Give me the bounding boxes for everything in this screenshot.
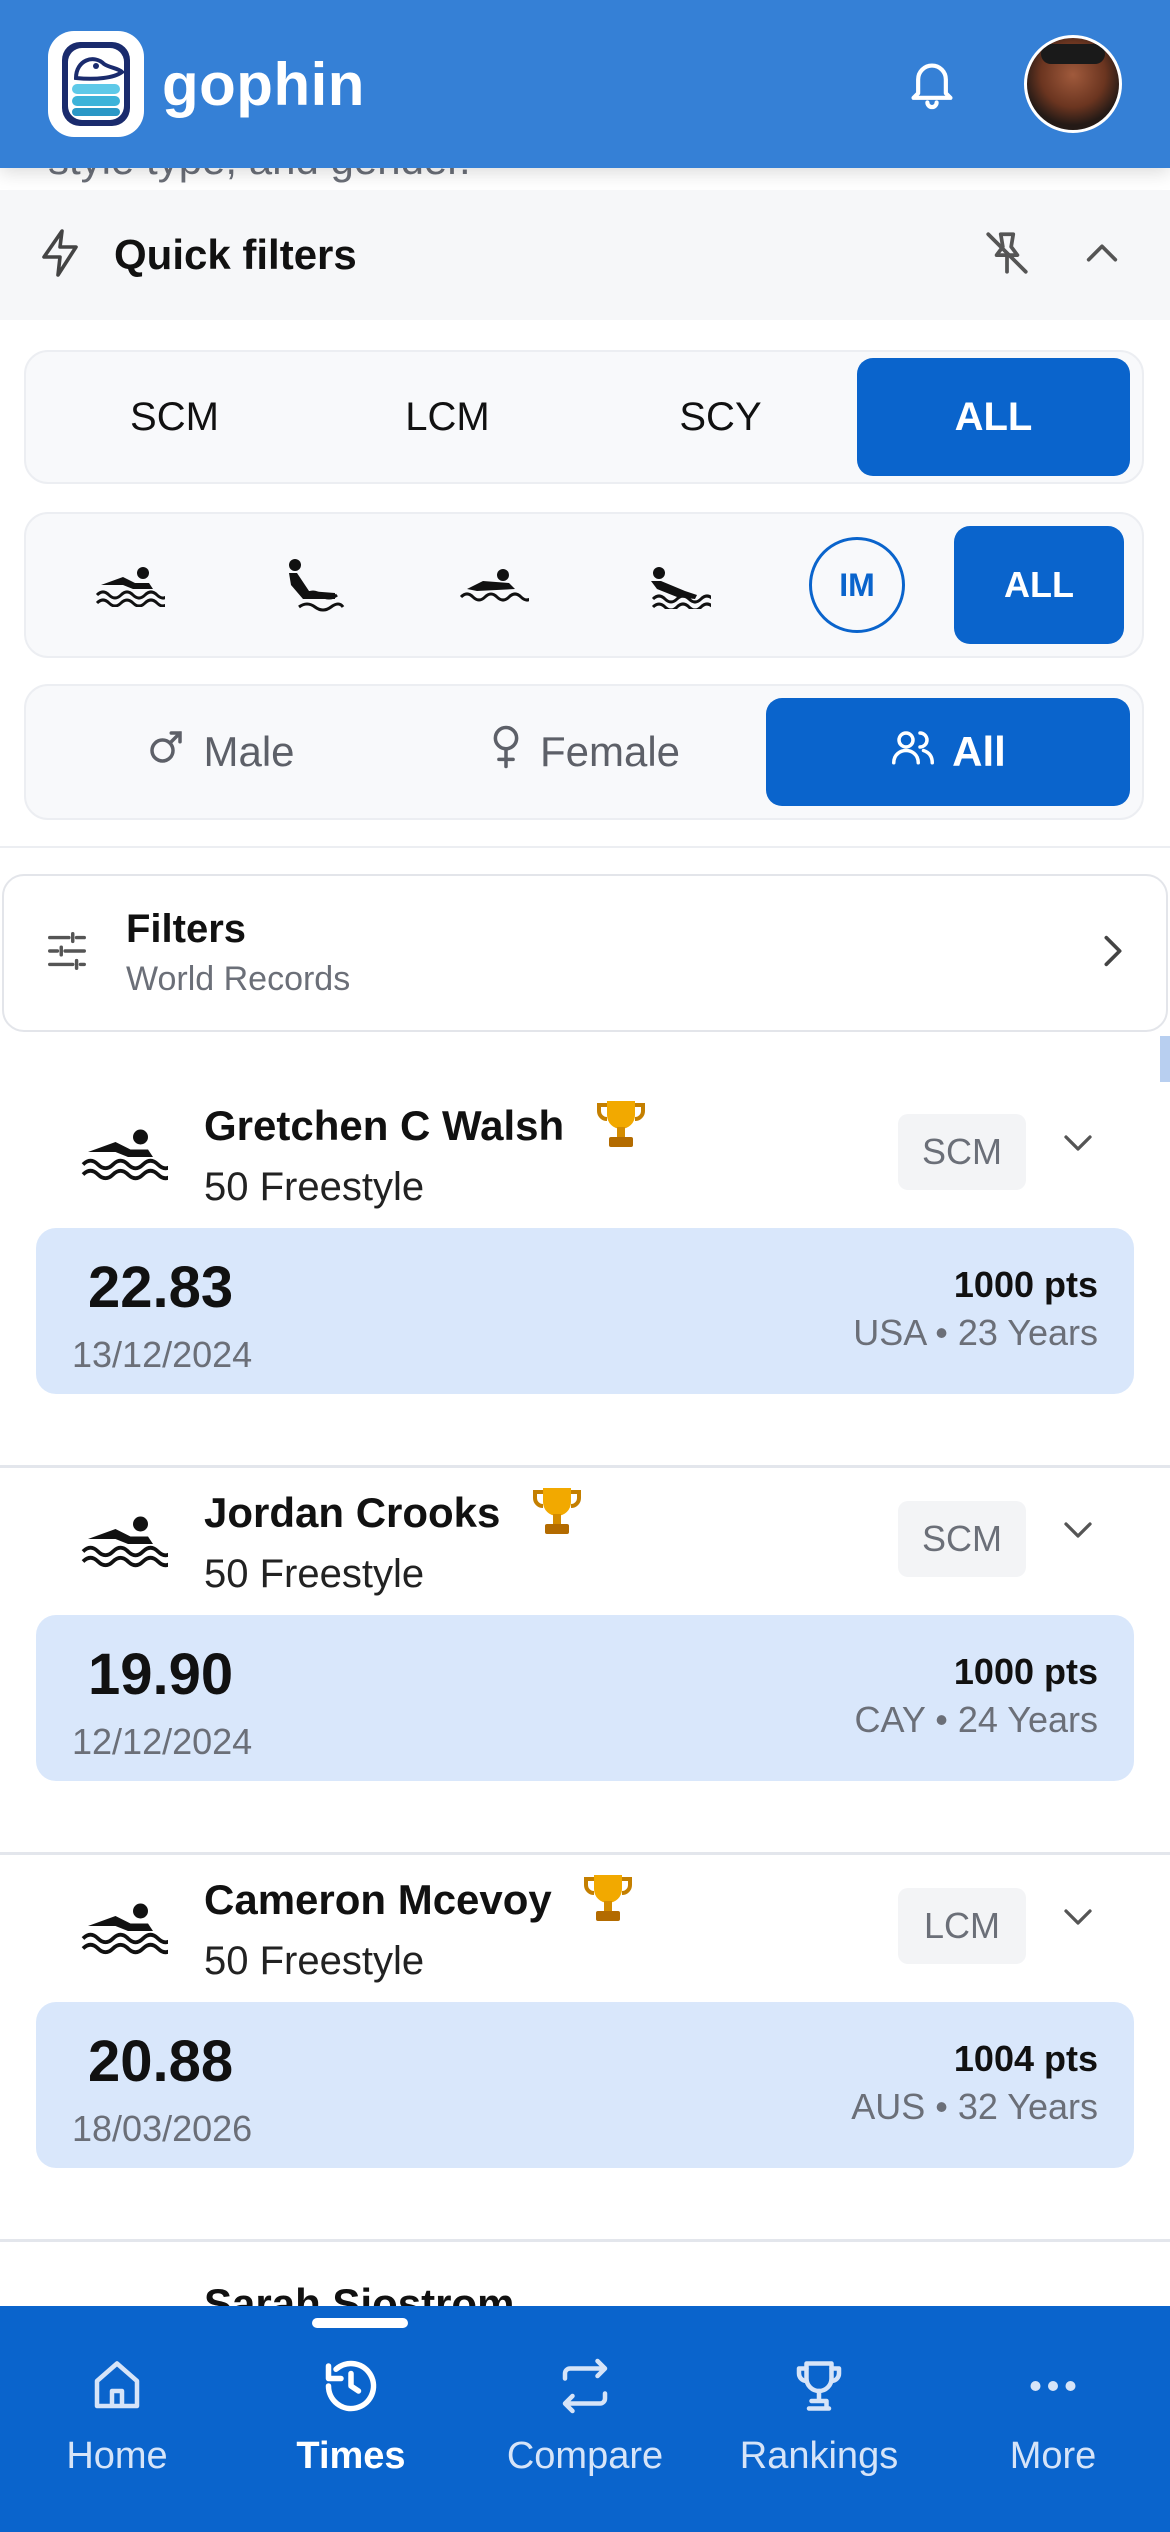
course-filter: SCM LCM SCY ALL xyxy=(24,350,1144,484)
bell-icon[interactable] xyxy=(900,52,964,116)
gender-option-male[interactable]: Male xyxy=(38,698,402,806)
nav-times-label: Times xyxy=(296,2435,406,2477)
athlete-meta: CAY • 24 Years xyxy=(854,1699,1098,1740)
nav-more-label: More xyxy=(1009,2435,1097,2477)
breaststroke-icon[interactable] xyxy=(402,526,584,644)
nav-compare[interactable]: Compare xyxy=(468,2356,702,2532)
result-card[interactable]: Jordan Crooks 50 Freestyle SCM 19.90 12/… xyxy=(0,1469,1170,1855)
backstroke-icon[interactable] xyxy=(220,526,402,644)
points: 1004 pts xyxy=(953,2038,1098,2079)
swim-date: 18/03/2026 xyxy=(72,2108,253,2149)
athlete-name: Jordan Crooks xyxy=(204,1488,501,1536)
stroke-option-im[interactable]: IM xyxy=(766,526,948,644)
trophy-icon xyxy=(531,1481,583,1544)
chevron-up-icon[interactable] xyxy=(1082,239,1122,272)
nav-compare-label: Compare xyxy=(506,2435,664,2477)
nav-times[interactable]: Times xyxy=(234,2356,468,2532)
swim-time: 22.83 xyxy=(88,1255,234,1320)
gender-filter: Male Female All xyxy=(24,684,1144,820)
athlete-name: Cameron Mcevoy xyxy=(204,1875,552,1923)
more-icon xyxy=(1023,2356,1083,2421)
nav-active-indicator xyxy=(312,2318,408,2328)
quick-filters-title: Quick filters xyxy=(114,231,357,278)
freestyle-icon xyxy=(78,1122,175,1182)
time-panel: 20.88 18/03/2026 1004 pts AUS • 32 Years xyxy=(36,2002,1134,2168)
section-divider xyxy=(0,846,1170,848)
history-icon xyxy=(321,2356,381,2421)
time-panel: 19.90 12/12/2024 1000 pts CAY • 24 Years xyxy=(36,1615,1134,1781)
avatar[interactable] xyxy=(1024,35,1122,133)
filters-subtitle: World Records xyxy=(126,960,351,998)
all-label: All xyxy=(952,728,1006,775)
users-icon xyxy=(890,726,936,778)
course-badge: SCM xyxy=(898,1501,1026,1577)
chevron-right-icon xyxy=(1100,931,1126,976)
butterfly-icon[interactable] xyxy=(584,526,766,644)
nav-rankings-label: Rankings xyxy=(739,2435,899,2477)
quick-filters-header[interactable]: Quick filters xyxy=(0,190,1170,320)
event-name: 50 Freestyle xyxy=(204,1552,425,1596)
course-option-scy[interactable]: SCY xyxy=(584,358,857,476)
event-name: 50 Freestyle xyxy=(204,1939,425,1983)
swim-time: 19.90 xyxy=(88,1642,234,1707)
gender-option-all[interactable]: All xyxy=(766,698,1130,806)
freestyle-icon xyxy=(78,1896,175,1956)
chevron-down-icon[interactable] xyxy=(1060,1130,1096,1161)
home-icon xyxy=(87,2356,147,2421)
stroke-option-all[interactable]: ALL xyxy=(948,526,1130,644)
chevron-down-icon[interactable] xyxy=(1060,1904,1096,1935)
brand-name: gophin xyxy=(162,50,365,118)
result-card[interactable]: Cameron Mcevoy 50 Freestyle LCM 20.88 18… xyxy=(0,1856,1170,2242)
nav-home-label: Home xyxy=(66,2435,168,2477)
swim-time: 20.88 xyxy=(88,2029,234,2094)
time-panel: 22.83 13/12/2024 1000 pts USA • 23 Years xyxy=(36,1228,1134,1394)
filters-title: Filters xyxy=(126,907,247,951)
trophy-icon xyxy=(789,2356,849,2421)
nav-home[interactable]: Home xyxy=(0,2356,234,2532)
event-name: 50 Freestyle xyxy=(204,1165,425,1209)
athlete-meta: USA • 23 Years xyxy=(853,1312,1098,1353)
female-label: Female xyxy=(539,728,681,775)
trophy-icon xyxy=(582,1868,634,1931)
athlete-name: Gretchen C Walsh xyxy=(204,1101,565,1149)
freestyle-icon xyxy=(78,1509,175,1569)
athlete-meta: AUS • 32 Years xyxy=(851,2086,1098,2127)
stroke-filter: IM ALL xyxy=(24,512,1144,658)
female-icon xyxy=(488,724,524,780)
course-option-all[interactable]: ALL xyxy=(857,358,1130,476)
stroke-all-label: ALL xyxy=(954,526,1124,644)
male-icon xyxy=(145,726,187,778)
im-label: IM xyxy=(809,537,905,633)
course-option-lcm[interactable]: LCM xyxy=(311,358,584,476)
nav-rankings[interactable]: Rankings xyxy=(702,2356,936,2532)
compare-icon xyxy=(555,2356,615,2421)
nav-more[interactable]: More xyxy=(936,2356,1170,2532)
freestyle-icon[interactable] xyxy=(38,526,220,644)
swim-date: 12/12/2024 xyxy=(72,1721,253,1762)
gophin-logo-icon[interactable] xyxy=(48,31,144,137)
sliders-icon xyxy=(44,928,90,979)
lightning-icon xyxy=(36,227,84,284)
course-option-scm[interactable]: SCM xyxy=(38,358,311,476)
app-header: gophin xyxy=(0,0,1170,168)
swim-date: 13/12/2024 xyxy=(72,1334,253,1375)
points: 1000 pts xyxy=(953,1651,1098,1692)
unpin-icon[interactable] xyxy=(982,228,1032,283)
course-badge: SCM xyxy=(898,1114,1026,1190)
result-card[interactable]: Gretchen C Walsh 50 Freestyle SCM 22.83 … xyxy=(0,1082,1170,1468)
filters-button[interactable]: Filters World Records xyxy=(2,874,1168,1032)
scrollbar-thumb[interactable] xyxy=(1160,1036,1170,1082)
trophy-icon xyxy=(595,1094,647,1157)
gender-option-female[interactable]: Female xyxy=(402,698,766,806)
male-label: Male xyxy=(203,728,295,775)
bottom-nav: Home Times Compare Rankings More xyxy=(0,2306,1170,2532)
chevron-down-icon[interactable] xyxy=(1060,1517,1096,1548)
app-screen: gophin style type, and gender. Quick fil… xyxy=(0,0,1170,2532)
course-badge: LCM xyxy=(898,1888,1026,1964)
points: 1000 pts xyxy=(953,1264,1098,1305)
